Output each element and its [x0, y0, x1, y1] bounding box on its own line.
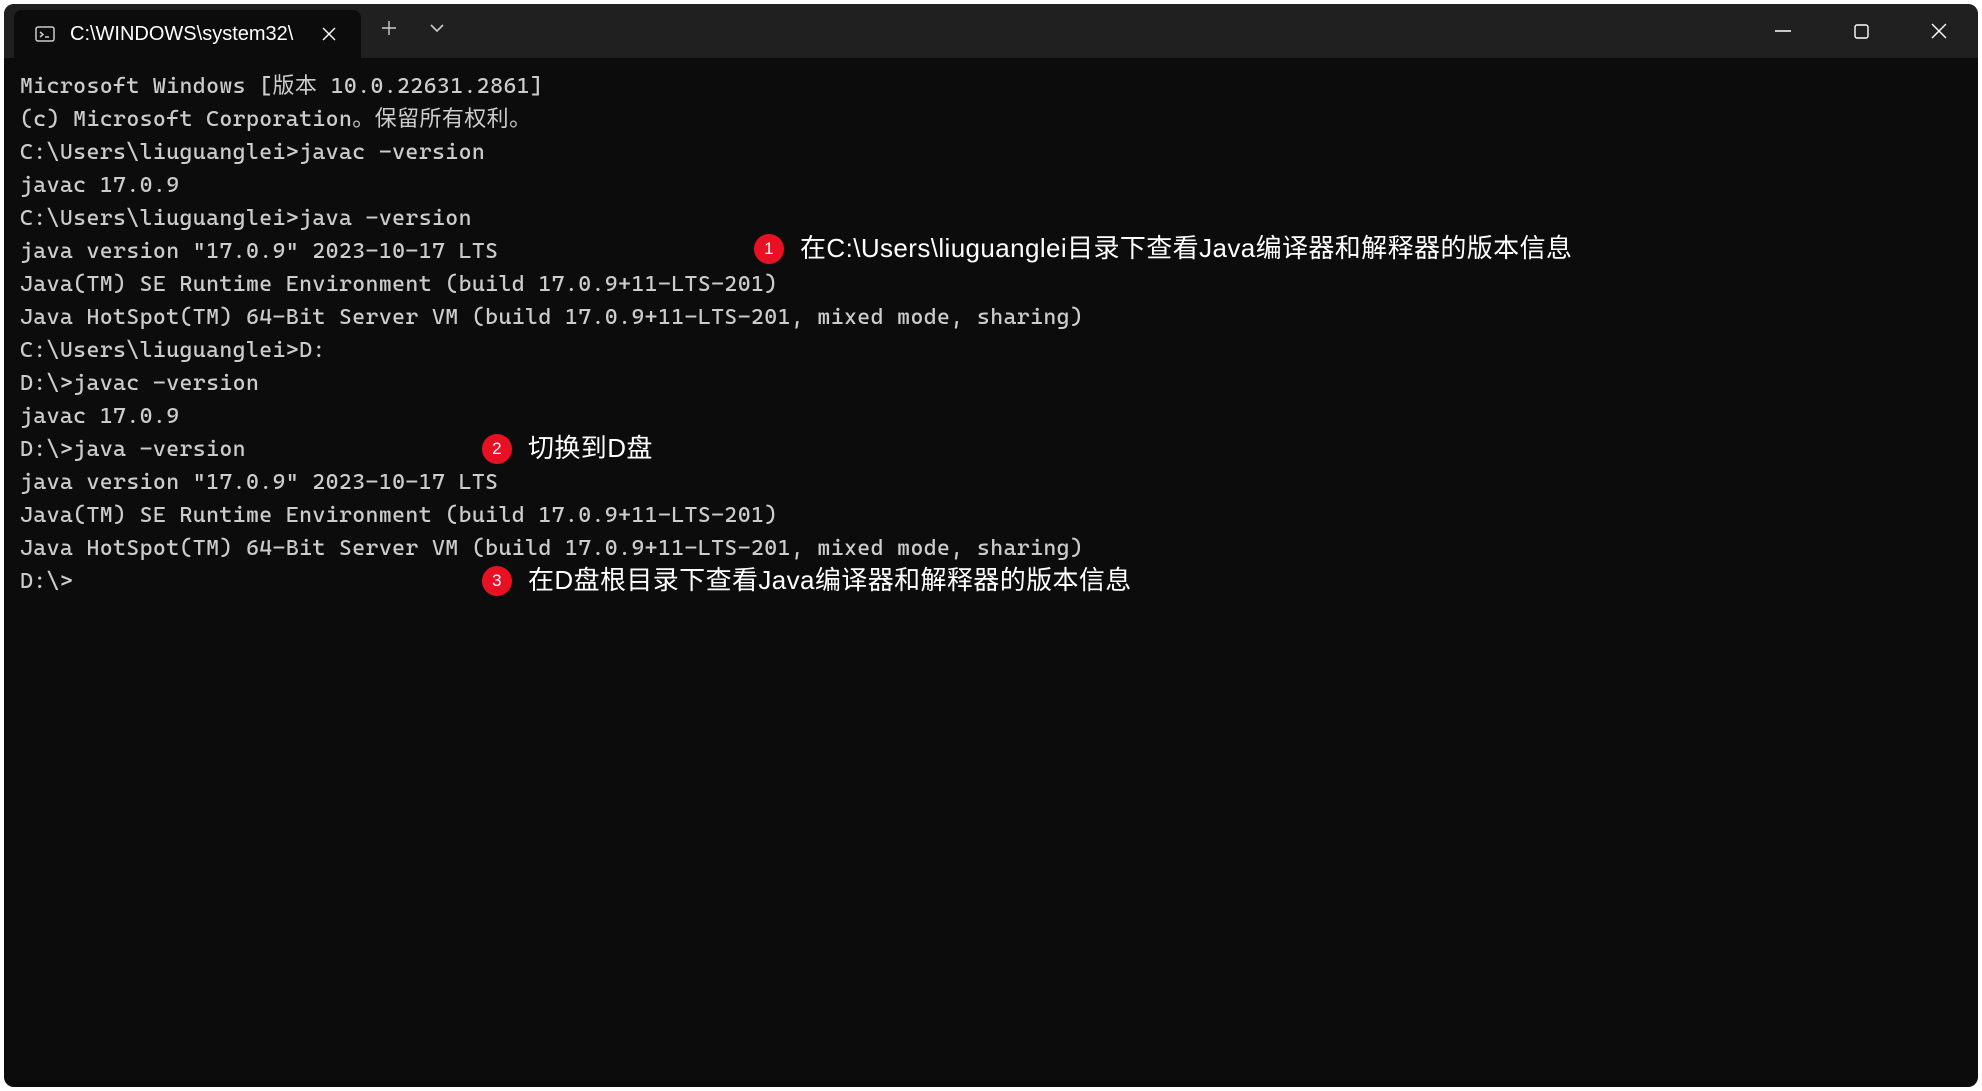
titlebar-actions: [365, 4, 461, 58]
minimize-button[interactable]: [1744, 4, 1822, 58]
terminal-output[interactable]: Microsoft Windows [版本 10.0.22631.2861] (…: [4, 58, 1978, 1087]
terminal-line: javac 17.0.9: [20, 400, 1962, 433]
annotation-badge: 1: [754, 234, 784, 264]
annotation-3: 3 在D盘根目录下查看Java编译器和解释器的版本信息: [472, 560, 1142, 601]
tab-close-button[interactable]: [315, 20, 343, 48]
dropdown-button[interactable]: [413, 8, 461, 48]
annotation-badge: 2: [482, 434, 512, 464]
titlebar[interactable]: C:\WINDOWS\system32\: [4, 4, 1978, 58]
terminal-line: (c) Microsoft Corporation。保留所有权利。: [20, 103, 1962, 136]
terminal-window: C:\WINDOWS\system32\: [4, 4, 1978, 1087]
window-controls: [1744, 4, 1978, 58]
terminal-line: D:\>javac -version: [20, 367, 1962, 400]
tab-title: C:\WINDOWS\system32\: [70, 23, 293, 46]
terminal-line: C:\Users\liuguanglei>D:: [20, 334, 1962, 367]
terminal-line: Java(TM) SE Runtime Environment (build 1…: [20, 499, 1962, 532]
annotation-2: 2 切换到D盘: [472, 428, 663, 469]
annotation-text: 在D盘根目录下查看Java编译器和解释器的版本信息: [528, 564, 1132, 597]
terminal-icon: [34, 23, 56, 45]
terminal-line: java version "17.0.9" 2023-10-17 LTS: [20, 466, 1962, 499]
terminal-line: javac 17.0.9: [20, 169, 1962, 202]
annotation-text: 切换到D盘: [528, 432, 653, 465]
terminal-line: Java(TM) SE Runtime Environment (build 1…: [20, 268, 1962, 301]
new-tab-button[interactable]: [365, 8, 413, 48]
maximize-button[interactable]: [1822, 4, 1900, 58]
terminal-line: D:\>java -version: [20, 433, 1962, 466]
annotation-text: 在C:\Users\liuguanglei目录下查看Java编译器和解释器的版本…: [800, 232, 1572, 265]
terminal-line: Microsoft Windows [版本 10.0.22631.2861]: [20, 70, 1962, 103]
annotation-1: 1 在C:\Users\liuguanglei目录下查看Java编译器和解释器的…: [744, 228, 1582, 269]
terminal-line: C:\Users\liuguanglei>javac -version: [20, 136, 1962, 169]
tab-active[interactable]: C:\WINDOWS\system32\: [14, 10, 361, 58]
annotation-badge: 3: [482, 566, 512, 596]
close-button[interactable]: [1900, 4, 1978, 58]
terminal-line: Java HotSpot(TM) 64-Bit Server VM (build…: [20, 301, 1962, 334]
